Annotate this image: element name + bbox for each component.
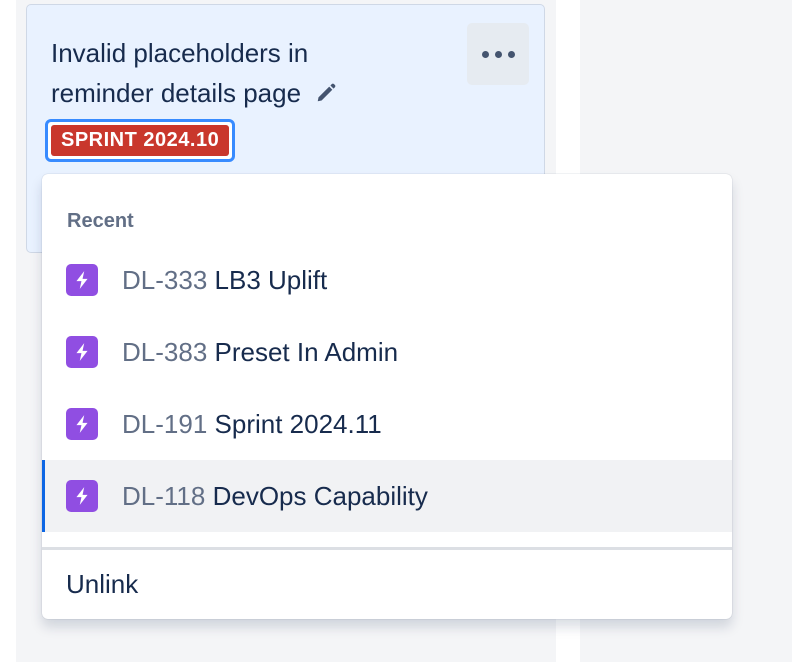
parent-link-button[interactable]: SPRINT 2024.10 [45, 119, 236, 162]
menu-item-label: DL-333 LB3 Uplift [122, 265, 327, 296]
issue-key: DL-333 [122, 264, 208, 295]
card-title[interactable]: Invalid placeholders in reminder details… [51, 33, 381, 113]
menu-item-dl-333[interactable]: DL-333 LB3 Uplift [42, 244, 732, 316]
sprint-badge: SPRINT 2024.10 [51, 125, 230, 156]
menu-item-label: DL-383 Preset In Admin [122, 337, 398, 368]
menu-item-dl-118[interactable]: DL-118 DevOps Capability [42, 460, 732, 532]
parent-dropdown-menu: Recent DL-333 LB3 Uplift DL-383 Preset I… [42, 174, 732, 619]
unlink-label: Unlink [66, 569, 139, 599]
issue-key: DL-118 [122, 480, 206, 511]
issue-name: DevOps Capability [212, 480, 428, 511]
epic-lightning-icon [66, 336, 98, 368]
more-actions-button[interactable] [467, 23, 529, 85]
menu-item-label: DL-118 DevOps Capability [122, 481, 428, 512]
menu-item-dl-191[interactable]: DL-191 Sprint 2024.11 [42, 388, 732, 460]
epic-lightning-icon [66, 408, 98, 440]
issue-name: Sprint 2024.11 [214, 408, 382, 439]
card-title-text[interactable]: Invalid placeholders in reminder details… [51, 38, 308, 108]
menu-item-label: DL-191 Sprint 2024.11 [122, 409, 382, 440]
epic-lightning-icon [66, 264, 98, 296]
pencil-icon[interactable] [315, 75, 337, 102]
menu-item-dl-383[interactable]: DL-383 Preset In Admin [42, 316, 732, 388]
issue-key: DL-383 [122, 336, 208, 367]
epic-lightning-icon [66, 480, 98, 512]
issue-name: Preset In Admin [214, 336, 399, 367]
issue-name: LB3 Uplift [214, 264, 328, 295]
recent-section-heading: Recent [67, 210, 134, 232]
unlink-menu-item[interactable]: Unlink [42, 550, 732, 619]
more-horizontal-icon [481, 50, 515, 58]
issue-key: DL-191 [122, 408, 208, 439]
